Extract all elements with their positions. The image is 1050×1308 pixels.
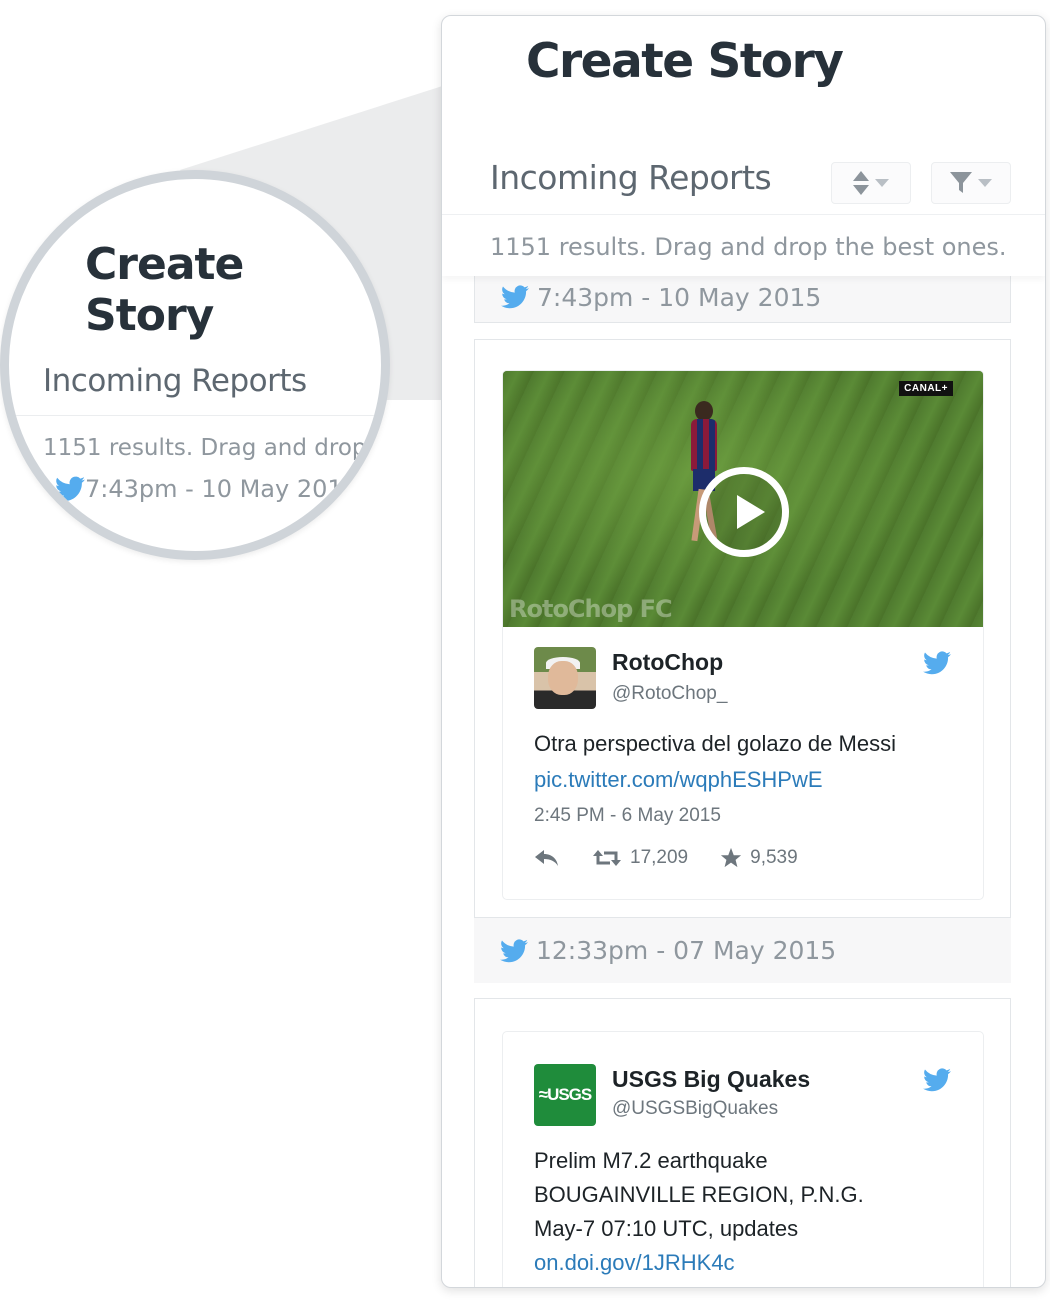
avatar[interactable]: ≈USGS — [534, 1064, 596, 1126]
report-date-text: 12:33pm - 07 May 2015 — [536, 936, 837, 965]
tweet-timestamp[interactable]: 2:45 PM - 6 May 2015 — [534, 805, 721, 827]
retweet-icon — [593, 850, 621, 866]
magnified-date-text: 7:43pm - 10 May 2015 — [85, 475, 358, 503]
embedded-tweet[interactable]: ≈USGS USGS Big Quakes @USGSBigQuakes Pre… — [502, 1031, 984, 1287]
star-icon — [721, 847, 742, 868]
results-count: 1151 results. Drag and drop the best one… — [490, 233, 1007, 261]
twitter-bird-icon — [55, 476, 85, 501]
sort-button[interactable] — [831, 162, 911, 204]
tweet-handle[interactable]: @RotoChop_ — [612, 683, 727, 705]
favorite-button[interactable]: 9,539 — [720, 847, 798, 869]
results-summary-bar: 1151 results. Drag and drop the best one… — [442, 214, 1045, 276]
twitter-bird-icon[interactable] — [923, 1068, 951, 1092]
report-date-strip[interactable]: 7:43pm - 10 May 2015 — [474, 271, 1011, 323]
reply-button[interactable] — [534, 848, 560, 868]
twitter-bird-icon — [501, 285, 529, 309]
tweet-link[interactable]: pic.twitter.com/wqphESHPwE — [534, 767, 823, 793]
reply-icon — [535, 850, 558, 866]
report-card[interactable]: CANAL+ RotoChop FC RotoChop @RotoChop_ O… — [474, 339, 1011, 983]
tweet-display-name[interactable]: USGS Big Quakes — [612, 1066, 810, 1093]
report-date-strip[interactable]: 12:33pm - 07 May 2015 — [474, 917, 1011, 983]
retweet-count: 17,209 — [630, 847, 689, 868]
twitter-bird-icon[interactable] — [923, 651, 951, 675]
retweet-button[interactable]: 17,209 — [592, 847, 688, 869]
tweet-text: Prelim M7.2 earthquake — [534, 1148, 768, 1173]
embedded-tweet[interactable]: CANAL+ RotoChop FC RotoChop @RotoChop_ O… — [502, 370, 984, 900]
tweet-text: Otra perspectiva del golazo de Messi — [534, 731, 896, 756]
chevron-down-icon — [875, 179, 889, 187]
avatar[interactable] — [534, 647, 596, 709]
tweet-link[interactable]: on.doi.gov/1JRHK4c — [534, 1250, 735, 1276]
channel-badge: CANAL+ — [899, 381, 953, 396]
chevron-down-icon — [978, 179, 992, 187]
magnified-divider — [9, 415, 381, 416]
magnified-page-title: Create Story — [85, 239, 244, 341]
incoming-reports-heading: Incoming Reports — [490, 158, 772, 197]
report-date-text: 7:43pm - 10 May 2015 — [537, 282, 822, 312]
tweet-actions: 17,209 9,539 — [534, 847, 830, 869]
filter-icon — [950, 172, 972, 193]
zoom-magnifier: Create Story Incoming Reports 1151 resul… — [0, 170, 390, 560]
magnified-section-heading: Incoming Reports — [43, 363, 307, 399]
report-card[interactable]: ≈USGS USGS Big Quakes @USGSBigQuakes Pre… — [474, 998, 1011, 1287]
magnified-results-count: 1151 results. Drag and drop — [43, 435, 367, 461]
play-icon[interactable] — [699, 467, 789, 557]
tweet-handle[interactable]: @USGSBigQuakes — [612, 1098, 778, 1120]
tweet-text: May-7 07:10 UTC, updates — [534, 1216, 799, 1241]
create-story-panel: Create Story Incoming Reports 1151 resul… — [441, 15, 1046, 1288]
sort-icon — [853, 171, 869, 195]
favorite-count: 9,539 — [750, 847, 798, 868]
video-watermark: RotoChop FC — [509, 595, 673, 623]
filter-button[interactable] — [931, 162, 1011, 204]
twitter-bird-icon — [500, 938, 528, 962]
tweet-text: BOUGAINVILLE REGION, P.N.G. — [534, 1182, 864, 1207]
usgs-logo: ≈USGS — [538, 1085, 593, 1104]
magnified-report-date: 7:43pm - 10 May 2015 — [55, 475, 358, 503]
tweet-display-name[interactable]: RotoChop — [612, 649, 723, 676]
page-title: Create Story — [526, 34, 844, 89]
tweet-video[interactable]: CANAL+ RotoChop FC — [503, 371, 983, 627]
